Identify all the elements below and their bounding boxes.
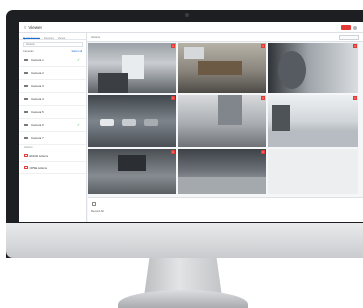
camera-icon [24,123,28,127]
monitor-stand [144,258,222,294]
camera-tile-4[interactable]: × [88,95,176,147]
car-shape [144,119,158,126]
sidebar-item-camera-1[interactable]: Camera 1 ✓ [19,54,86,67]
camera-tile-empty[interactable] [268,149,358,194]
close-icon[interactable]: × [261,150,265,154]
tab-devices[interactable]: Devices [44,36,54,40]
sidebar-item-action-2[interactable]: OPSE Actions [19,162,86,174]
camera-label: Camera 7 [31,136,44,140]
menu-icon[interactable]: ≡ [24,25,26,30]
sidebar-item-camera-4[interactable]: Camera 4 [19,93,86,106]
tab-views[interactable]: Views [58,36,65,40]
action-icon [24,165,28,170]
sidebar-item-camera-5[interactable]: Camera 5 [19,106,86,119]
sidebar-item-camera-2[interactable]: Camera 2 [19,67,86,80]
camera-tile-3[interactable]: × [268,43,358,93]
search-input[interactable]: Antonis [23,42,83,47]
view-header: Antonis [87,33,363,42]
select-all-link[interactable]: Select all [71,50,82,53]
view-title: Antonis [91,36,100,39]
camera-label: Camera 1 [31,58,44,62]
close-icon[interactable]: × [353,96,357,100]
car-shape [122,119,136,126]
user-icon[interactable] [353,25,357,30]
monitor-foot [118,290,248,308]
camera-icon [24,110,28,114]
footer-bar: Record All [88,197,363,222]
door-shape [218,95,242,125]
sidebar: Quick Access Devices Views Antonis Camer… [19,33,87,222]
app-header: ≡ Viewer [19,22,363,33]
table-shape [198,61,242,75]
camera-label: Camera 4 [31,97,44,101]
camera-label: Camera 3 [31,84,44,88]
check-icon: ✓ [77,58,80,62]
close-icon[interactable]: × [171,44,175,48]
alert-badge[interactable] [341,25,351,30]
sidebar-item-camera-6[interactable]: Camera 6 ✓ [19,119,86,132]
monitor-chin [6,223,363,258]
sidebar-item-camera-3[interactable]: Camera 3 [19,80,86,93]
record-icon[interactable] [92,202,96,206]
camera-icon [24,71,28,75]
camera-tile-1[interactable]: × [88,43,176,93]
camera-icon [24,58,28,62]
sidebar-tabs: Quick Access Devices Views [19,33,86,40]
camera-tile-5[interactable]: × [178,95,266,147]
sidebar-item-camera-7[interactable]: Camera 7 [19,132,86,145]
shadow-shape [98,73,128,93]
close-icon[interactable]: × [171,96,175,100]
car-shape [100,119,114,126]
app-title: Viewer [28,24,43,30]
camera-icon [24,84,28,88]
floor-shape [178,177,266,194]
camera-tile-2[interactable]: × [178,43,266,93]
close-icon[interactable]: × [353,44,357,48]
group-title: Cameras [23,50,34,53]
close-icon[interactable]: × [171,150,175,154]
close-icon[interactable]: × [261,96,265,100]
tab-quick-access[interactable]: Quick Access [23,36,40,40]
screen: ≡ Viewer Quick Access Devices Views Anto… [19,22,363,222]
screen-shape [118,155,146,171]
camera-label: Camera 6 [31,123,44,127]
sidebar-item-action-1[interactable]: ENGSI Actions [19,150,86,162]
ground-shape [268,131,358,147]
camera-icon [24,136,28,140]
check-icon: ✓ [77,123,80,127]
header-actions [341,25,357,30]
camera-tile-6[interactable]: × [268,95,358,147]
footer-label: Record All [91,209,104,213]
camera-label: Camera 2 [31,71,44,75]
camera-label: Camera 5 [31,110,44,114]
layout-select[interactable] [339,35,359,40]
webcam-icon [185,13,189,17]
action-icon [24,153,28,158]
action-label: OPSE Actions [29,165,48,170]
camera-tile-8[interactable]: × [178,149,266,194]
action-label: ENGSI Actions [29,153,49,158]
camera-tile-7[interactable]: × [88,149,176,194]
close-icon[interactable]: × [261,44,265,48]
window-shape [184,47,204,59]
lens-shape [278,51,306,89]
camera-icon [24,97,28,101]
camera-grid: × × × × × × × × [88,43,358,194]
